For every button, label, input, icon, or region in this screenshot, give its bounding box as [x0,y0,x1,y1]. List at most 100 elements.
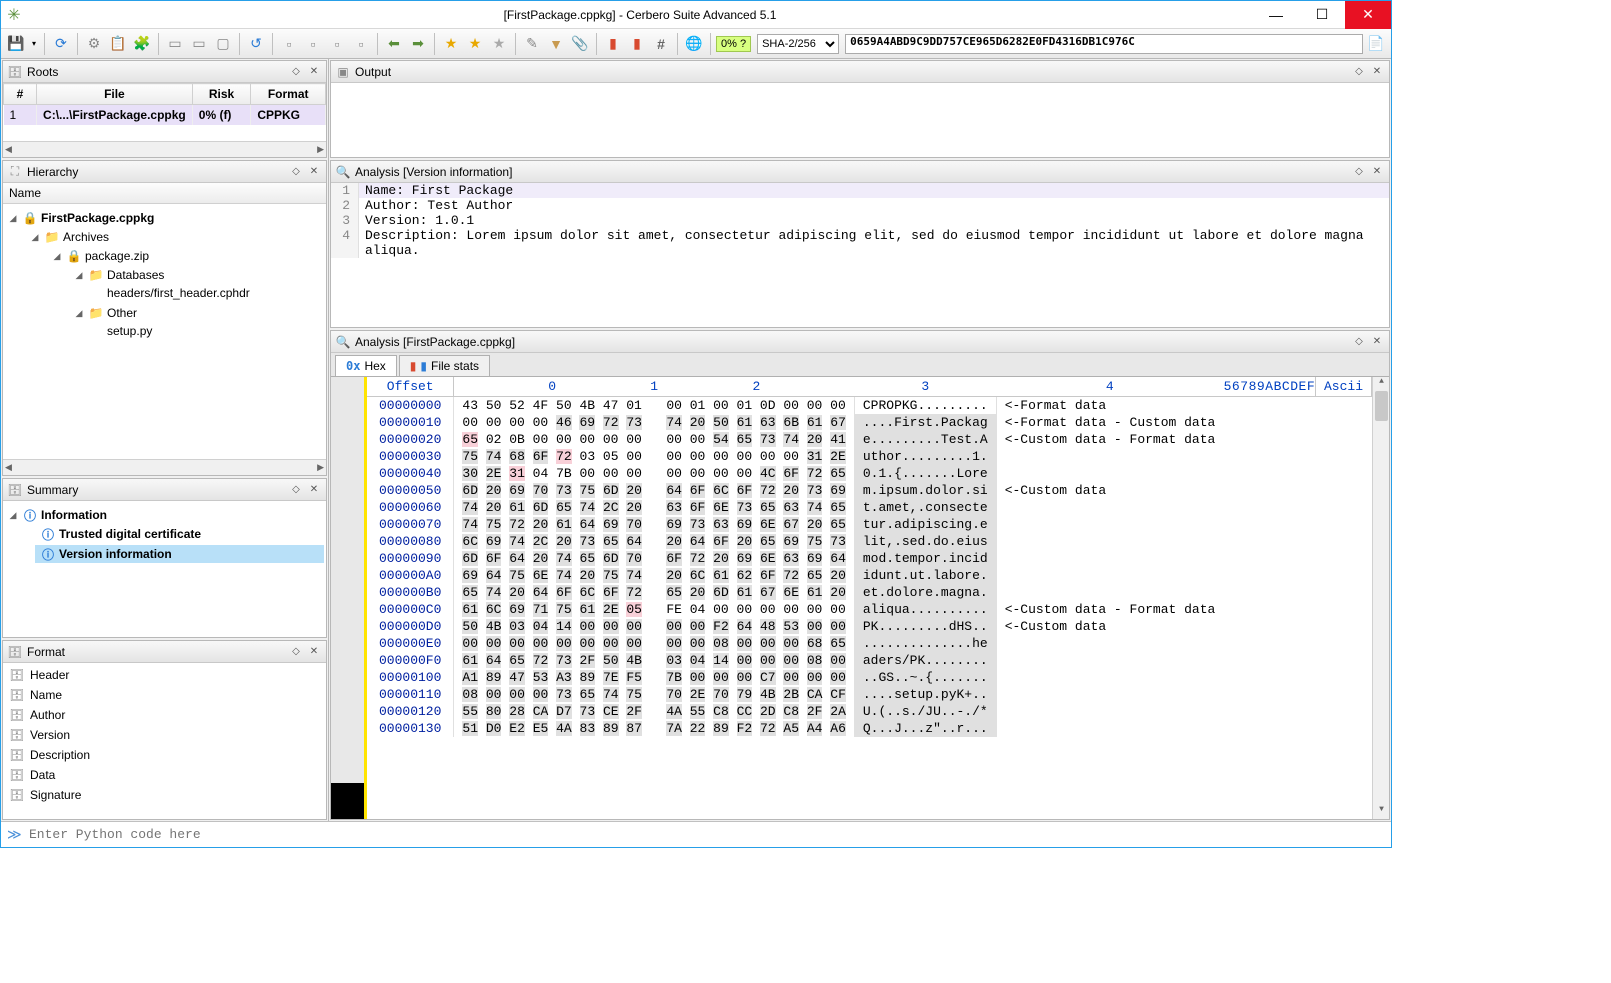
search-icon: 🔍 [335,164,351,180]
col-file[interactable]: File [37,84,193,105]
close-button[interactable]: ✕ [1345,1,1391,29]
panel-close-icon[interactable]: ✕ [1369,165,1385,179]
roots-table: # File Risk Format 1 C:\...\FirstPackage… [3,83,326,125]
mark-b-icon[interactable]: ▮ [626,33,648,55]
tab-filestats[interactable]: ▮▮File stats [399,355,490,376]
restore-icon[interactable]: ↺ [245,33,267,55]
copy-icon[interactable]: 📋 [107,33,129,55]
refresh-icon[interactable]: ⟳ [50,33,72,55]
python-input[interactable] [29,827,1385,842]
col-risk[interactable]: Risk [192,84,251,105]
scroll-up-icon[interactable]: ▲ [1373,377,1389,391]
clip-icon[interactable]: 📎 [569,33,591,55]
output-icon: ▣ [335,64,351,80]
hex-table[interactable]: Offset0123456789ABCDEFAscii0000000043 50… [367,377,1372,737]
tree-setup[interactable]: setup.py [105,323,324,339]
panel-close-icon[interactable]: ✕ [306,645,322,659]
star-grey-icon[interactable]: ★ [488,33,510,55]
summary-title: Summary [27,483,286,497]
maximize-button[interactable]: ☐ [1299,1,1345,29]
list-item[interactable]: 🗄Name [5,685,324,705]
wand-icon[interactable]: ✎ [521,33,543,55]
window-icon[interactable]: ▭ [164,33,186,55]
database-icon: 🗄 [9,727,25,743]
star-add-icon[interactable]: ★ [464,33,486,55]
list-item[interactable]: 🗄Author [5,705,324,725]
vscroll[interactable]: ▲ ▼ [1372,377,1389,819]
tree-archives[interactable]: ◢📁Archives [27,228,324,246]
star-yellow-icon[interactable]: ★ [440,33,462,55]
panel-close-icon[interactable]: ✕ [306,65,322,79]
save-dropdown-icon[interactable]: ▾ [29,33,39,55]
copy-hash-icon[interactable]: 📄 [1365,33,1387,55]
hash-value[interactable]: 0659A4ABD9C9DD757CE965D6282E0FD4316DB1C9… [845,34,1363,54]
name-column[interactable]: Name [3,183,326,204]
scroll-thumb[interactable] [1375,391,1388,421]
database-icon: 🗄 [9,707,25,723]
mark-a-icon[interactable]: ▮ [602,33,624,55]
col-format[interactable]: Format [251,84,326,105]
summary-trusted[interactable]: ⓘTrusted digital certificate [35,525,324,543]
list-item[interactable]: 🗄Version [5,725,324,745]
roots-panel: 🗄 Roots ◇ ✕ # File Risk Format [2,60,327,158]
list-item[interactable]: 🗄Header [5,665,324,685]
hscroll[interactable]: ◀▶ [3,459,326,475]
forward-icon[interactable]: ➡ [407,33,429,55]
panel-float-icon[interactable]: ◇ [288,483,304,497]
minimize-button[interactable]: — [1253,1,1299,29]
panel-close-icon[interactable]: ✕ [1369,65,1385,79]
progress-badge[interactable]: 0% ? [716,36,751,52]
list-item[interactable]: 🗄Data [5,765,324,785]
panel-close-icon[interactable]: ✕ [1369,335,1385,349]
output-body [331,83,1389,157]
hash-algo-select[interactable]: SHA-2/256 [757,34,839,54]
panel-float-icon[interactable]: ◇ [288,65,304,79]
tree-package[interactable]: ◢🔒package.zip [49,247,324,265]
list-item[interactable]: 🗄Signature [5,785,324,805]
format-list: 🗄Header🗄Name🗄Author🗄Version🗄Description🗄… [3,663,326,819]
table-row[interactable]: 1 C:\...\FirstPackage.cppkg 0% (f) CPPKG [4,105,326,126]
summary-information[interactable]: ◢ⓘInformation [5,506,324,524]
tab-hex[interactable]: 0xHex [335,355,397,376]
tree-header-file[interactable]: headers/first_header.cphdr [105,285,324,301]
tree-root[interactable]: ◢🔒FirstPackage.cppkg [5,209,324,227]
roots-title: Roots [27,65,286,79]
summary-version[interactable]: ⓘVersion information [35,545,324,563]
hscroll[interactable]: ◀▶ [3,141,326,157]
hierarchy-panel: ⛶ Hierarchy ◇ ✕ Name ◢🔒FirstPackage.cppk… [2,160,327,476]
btn-d-icon[interactable]: ▫ [350,33,372,55]
layout-icon[interactable]: ▢ [212,33,234,55]
format-icon: 🗄 [7,644,23,660]
tree-other[interactable]: ◢📁Other [71,304,324,322]
panel-close-icon[interactable]: ✕ [306,483,322,497]
analysis-text[interactable]: 1Name: First Package2Author: Test Author… [331,183,1389,327]
database-icon: 🗄 [9,667,25,683]
database-icon: 🗄 [9,787,25,803]
tree-databases[interactable]: ◢📁Databases [71,266,324,284]
btn-c-icon[interactable]: ▫ [326,33,348,55]
analysis2-title: Analysis [FirstPackage.cppkg] [355,335,1349,349]
gear-icon[interactable]: ⚙ [83,33,105,55]
filter-icon[interactable]: ▼ [545,33,567,55]
plugin-icon[interactable]: 🧩 [131,33,153,55]
back-icon[interactable]: ⬅ [383,33,405,55]
panel-float-icon[interactable]: ◇ [288,645,304,659]
btn-a-icon[interactable]: ▫ [278,33,300,55]
panel-float-icon[interactable]: ◇ [1351,165,1367,179]
globe-icon[interactable]: 🌐 [683,33,705,55]
panel-float-icon[interactable]: ◇ [288,165,304,179]
hash-icon[interactable]: # [650,33,672,55]
panel-close-icon[interactable]: ✕ [306,165,322,179]
panel-float-icon[interactable]: ◇ [1351,335,1367,349]
hex-tabs: 0xHex ▮▮File stats [331,353,1389,377]
btn-b-icon[interactable]: ▫ [302,33,324,55]
format-panel: 🗄 Format ◇ ✕ 🗄Header🗄Name🗄Author🗄Version… [2,640,327,820]
scroll-down-icon[interactable]: ▼ [1373,805,1389,819]
col-num[interactable]: # [4,84,37,105]
windows-icon[interactable]: ▭ [188,33,210,55]
hierarchy-title: Hierarchy [27,165,286,179]
list-item[interactable]: 🗄Description [5,745,324,765]
save-icon[interactable]: 💾 [5,33,27,55]
app-icon: ✳ [1,1,27,29]
panel-float-icon[interactable]: ◇ [1351,65,1367,79]
